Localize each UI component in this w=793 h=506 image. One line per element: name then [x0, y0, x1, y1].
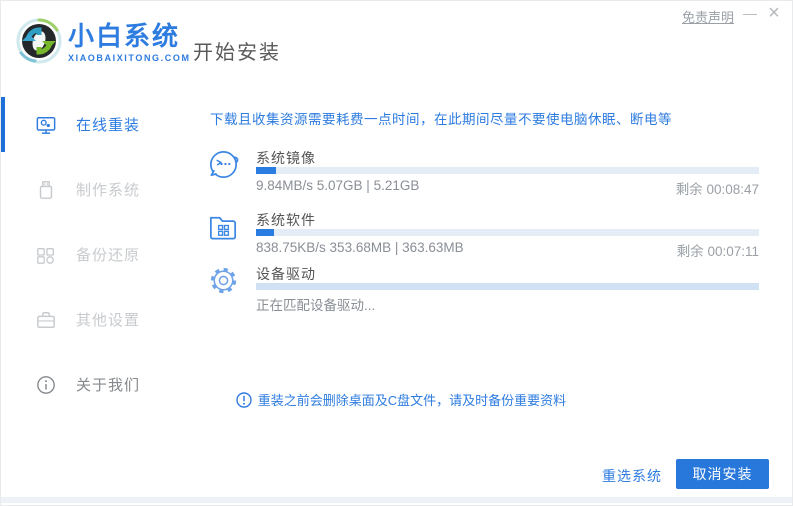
overall-progress-track	[1, 497, 792, 503]
task-progress-bar	[256, 229, 759, 236]
download-notice: 下载且收集资源需要耗费一点时间，在此期间尽量不要使电脑休眠、断电等	[210, 112, 672, 127]
sidebar-item-label: 在线重装	[76, 117, 141, 134]
about-us-info-icon	[37, 375, 55, 394]
reselect-system-link[interactable]: 重选系统	[602, 466, 662, 486]
sidebar-item-label: 其他设置	[76, 312, 141, 329]
task-title: 设备驱动	[256, 266, 316, 282]
mascot-face-icon	[209, 150, 239, 179]
cancel-install-button[interactable]: 取消安装	[676, 459, 769, 489]
task-title: 系统镜像	[256, 150, 316, 166]
sidebar-item-other-settings[interactable]: 其他设置	[1, 292, 186, 347]
app-window: 小白系统 XIAOBAIXITONG.COM 开始安装 免责声明 — × 在线重…	[0, 0, 793, 506]
other-settings-briefcase-icon	[37, 311, 55, 328]
sidebar-item-label: 关于我们	[76, 377, 141, 394]
task-progress-bar	[256, 283, 759, 290]
task-stats: 838.75KB/s 353.68MB | 363.63MB	[256, 240, 464, 255]
minimize-button[interactable]: —	[738, 1, 762, 25]
task-remaining-time: 剩余 00:08:47	[675, 182, 759, 197]
backup-warning: 重装之前会删除桌面及C盘文件，请及时备份重要资料	[186, 390, 616, 409]
sidebar-item-make-system[interactable]: 制作系统	[1, 162, 186, 217]
logo-subtitle: XIAOBAIXITONG.COM	[68, 52, 191, 63]
software-folder-icon	[209, 216, 237, 240]
logo-text-block: 小白系统 XIAOBAIXITONG.COM	[68, 22, 191, 63]
logo-title: 小白系统	[68, 21, 181, 51]
driver-gear-icon	[210, 267, 237, 294]
task-row-system-software: 系统软件 838.75KB/s 353.68MB | 363.63MB 剩余 0…	[206, 209, 759, 259]
sidebar-item-about-us[interactable]: 关于我们	[1, 357, 186, 412]
task-row-device-driver: 设备驱动 正在匹配设备驱动...	[206, 263, 759, 313]
task-progress-bar	[256, 167, 759, 174]
make-system-usb-icon	[39, 180, 53, 199]
sidebar-item-label: 备份还原	[76, 247, 141, 264]
close-button[interactable]: ×	[762, 1, 786, 25]
sidebar-item-label: 制作系统	[76, 182, 141, 199]
xiaobai-logo-icon	[16, 18, 62, 64]
task-remaining-time: 剩余 00:07:11	[676, 244, 759, 259]
exclamation-circle-icon	[236, 392, 252, 408]
task-progress-fill	[256, 167, 277, 174]
page-title: 开始安装	[193, 42, 281, 64]
task-title: 系统软件	[256, 212, 316, 228]
task-row-system-image: 系统镜像 9.84MB/s 5.07GB | 5.21GB 剩余 00:08:4…	[206, 147, 759, 197]
task-progress-fill	[256, 229, 274, 236]
disclaimer-link[interactable]: 免责声明	[682, 7, 734, 26]
sidebar-item-online-reinstall[interactable]: 在线重装	[1, 97, 186, 152]
backup-restore-squares-icon	[37, 247, 54, 264]
online-reinstall-monitor-icon	[36, 116, 56, 134]
sidebar-item-backup-restore[interactable]: 备份还原	[1, 227, 186, 282]
task-stats: 9.84MB/s 5.07GB | 5.21GB	[256, 178, 420, 193]
task-stats: 正在匹配设备驱动...	[256, 298, 376, 313]
backup-warning-text: 重装之前会删除桌面及C盘文件，请及时备份重要资料	[257, 393, 567, 408]
